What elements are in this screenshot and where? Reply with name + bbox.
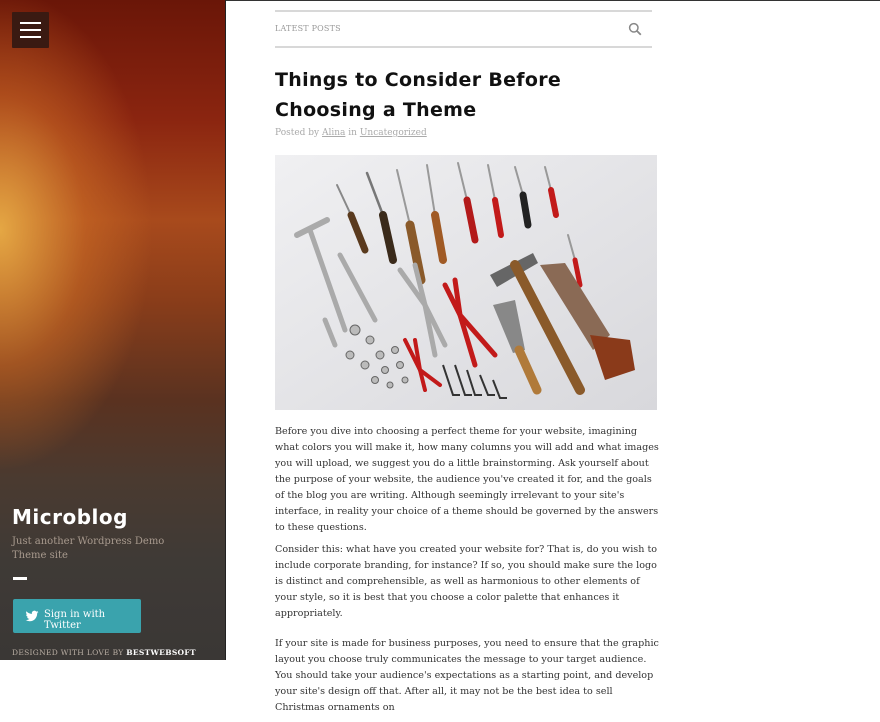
top-border — [226, 0, 880, 1]
site-title[interactable]: Microblog — [12, 505, 128, 529]
latest-posts-label[interactable]: LATEST POSTS — [275, 24, 341, 33]
paragraph: Before you dive into choosing a perfect … — [275, 426, 659, 533]
meta-in: in — [345, 128, 360, 138]
meta-prefix: Posted by — [275, 128, 322, 138]
author-link[interactable]: Alina — [322, 128, 345, 138]
search-icon[interactable] — [628, 22, 642, 36]
post-meta: Posted by Alina in Uncategorized — [275, 128, 427, 138]
category-link[interactable]: Uncategorized — [360, 128, 427, 138]
sidebar: Microblog Just another Wordpress Demo Th… — [0, 0, 225, 660]
footer-credit: DESIGNED WITH LOVE BY BESTWEBSOFT — [12, 648, 196, 657]
divider — [13, 577, 27, 580]
site-description: Just another Wordpress Demo Theme site — [12, 536, 165, 561]
sidebar-edge — [225, 0, 226, 660]
post-content: Before you dive into choosing a perfect … — [275, 424, 660, 722]
twitter-icon — [25, 610, 39, 622]
twitter-button-label: Sign in with Twitter — [44, 609, 106, 631]
twitter-signin-button[interactable]: Sign in with Twitter — [13, 599, 141, 633]
post-featured-image — [275, 155, 657, 410]
tools-illustration — [275, 155, 657, 410]
paragraph: Consider this: what have you created you… — [275, 544, 658, 619]
hamburger-icon[interactable] — [12, 12, 49, 48]
post-title[interactable]: Things to Consider Before Choosing a The… — [275, 65, 655, 125]
credit-link[interactable]: BESTWEBSOFT — [126, 648, 196, 657]
paragraph: If your site is made for business purpos… — [275, 638, 659, 713]
latest-posts-bar: LATEST POSTS — [275, 10, 652, 48]
credit-prefix: DESIGNED WITH LOVE BY — [12, 648, 127, 657]
